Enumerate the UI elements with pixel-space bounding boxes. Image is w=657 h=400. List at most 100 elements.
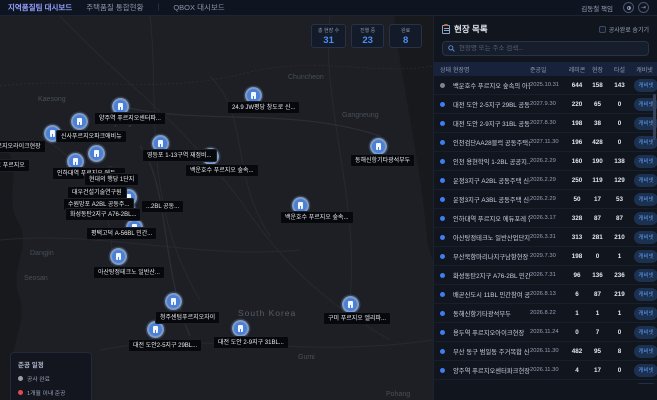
map-pin[interactable]: [344, 298, 357, 311]
table-row[interactable]: 부산북항마리나지구남항현장2029.7.3019801캐비넷: [434, 247, 657, 266]
table-row[interactable]: 운정3지구 A2BL 공동주택 신축...2026.2.29250119129캐…: [434, 171, 657, 190]
count-remicon: 160: [567, 158, 587, 165]
count-pour: 0: [608, 367, 631, 374]
nav-tab-0[interactable]: 지역품질팀 대시보드: [8, 2, 72, 13]
legend-item-0: 공사 완료: [18, 374, 84, 383]
status-dot: [440, 102, 445, 107]
map-pin-label[interactable]: 백운호수 푸르지오 숲속...: [280, 211, 354, 224]
map-pin-label[interactable]: 신사푸르지오파크애비뉴: [56, 130, 127, 143]
legend-item-1: 1개월 이내 준공: [18, 388, 84, 397]
search-box[interactable]: [442, 41, 649, 56]
count-remicon: 96: [567, 272, 587, 279]
map-pin-label[interactable]: 양주역 푸르지오센터파...: [94, 112, 166, 125]
table-row[interactable]: 대전 도안 2-5지구 29BL 공동주...2027.9.30220650캐비…: [434, 95, 657, 114]
map-pin-label[interactable]: 구미 푸르지오 엘리파...: [323, 312, 391, 325]
completion-date: 2026.2.29: [530, 196, 567, 202]
map-pin-label[interactable]: 대전 도안 2-9지구 31BL...: [213, 336, 289, 349]
panel-scrollbar[interactable]: [653, 94, 656, 400]
count-site: 7: [587, 329, 608, 336]
table-row[interactable]: 용두역 푸르지오아이크현장2026.11.24070캐비넷: [434, 323, 657, 342]
map-pin[interactable]: [234, 322, 247, 335]
map-canvas[interactable]: KaesongChuncheonUijeongbuGangneungSamche…: [0, 16, 433, 400]
table-row[interactable]: 화성동탄2지구 A76-2BL 민간참...2026.7.3196136236캐…: [434, 266, 657, 285]
map-place-name: Gangneung: [342, 112, 379, 119]
table-row[interactable]: 대전 도안 2-9지구 31BL 공동주...2027.8.30198380캐비…: [434, 114, 657, 133]
table-row[interactable]: 부산 동구 범일동 주거복합 신축공사2026.11.30482958캐비넷: [434, 342, 657, 361]
site-name: 부산 동구 범일동 주거복합 신축공사: [453, 347, 530, 356]
top-nav: 지역품질팀 대시보드주택품질 통합현황|QBOX 대시보드 김동철 책임 ⇥: [0, 0, 657, 16]
table-row[interactable]: 배곧신도시 11BL 민간참여 공공...2026.8.13687219캐비넷: [434, 285, 657, 304]
table-row[interactable]: 동해신항기타광석부두2026.8.22111캐비넷: [434, 304, 657, 323]
site-name: 대전 도안 2-5지구 29BL 공동주...: [453, 100, 530, 109]
map-pin-label[interactable]: 청주센텀푸르지오자이: [155, 311, 220, 324]
count-pour: 8: [608, 348, 631, 355]
table-row[interactable]: 인천검단AA28블럭 공동주택신축...2027.11.301964280캐비넷: [434, 133, 657, 152]
map-pin-label[interactable]: 백운호수 푸르지오 숲속...: [185, 164, 259, 177]
map-pin-label[interactable]: ...에코 푸르지오: [0, 159, 30, 172]
table-row[interactable]: 아산탕정테크노 일반산업단지 C1...2026.3.31313281210캐비…: [434, 228, 657, 247]
map-pin-label[interactable]: 현대의 행당 1단지: [84, 173, 139, 186]
map-pin-label[interactable]: 푸르지오라이크현장: [0, 140, 46, 153]
search-icon: [448, 45, 455, 52]
scrollbar-thumb[interactable]: [653, 94, 656, 140]
map-pin-label[interactable]: 대전 도안2-5지구 29BL...: [128, 339, 202, 352]
count-pour: 210: [608, 234, 631, 241]
count-pour: 143: [608, 82, 631, 89]
map-pin[interactable]: [73, 115, 86, 128]
map-pin[interactable]: [112, 250, 125, 263]
completion-date: 2026.2.29: [530, 158, 567, 164]
map-pin-label[interactable]: 동해신항기타광석부두: [350, 154, 415, 167]
site-name: 대전 도안 2-9지구 31BL 공동주...: [453, 119, 530, 128]
map-pin-label[interactable]: 영등포 1-13구역 재정비...: [142, 149, 217, 162]
cabinet-button[interactable]: 캐비넷: [634, 79, 657, 92]
logout-button[interactable]: ⇥: [638, 2, 649, 13]
count-pour: 0: [608, 120, 631, 127]
count-remicon: 1: [567, 310, 587, 317]
column-header-3: 레미콘: [567, 65, 587, 74]
legend-dot: [18, 376, 23, 381]
count-site: 1: [587, 310, 608, 317]
map-pin[interactable]: [149, 323, 162, 336]
count-site: 281: [587, 234, 608, 241]
count-remicon: 313: [567, 234, 587, 241]
map-pin-label[interactable]: 화성동탄2지구 A76-2BL...: [65, 208, 141, 221]
count-remicon: 0: [567, 329, 587, 336]
count-remicon: 4: [567, 367, 587, 374]
table-row[interactable]: 영등포 1-13구역 재정비촉진지구 ...2026.12.3014037961…: [434, 380, 657, 384]
completion-date: 2026.8.13: [530, 291, 567, 297]
table-row[interactable]: 양주역 푸르지오센터파크현장2026.11.304170캐비넷: [434, 361, 657, 380]
status-dot: [440, 140, 445, 145]
map-pin-label[interactable]: 평택고덕 A-56BL 민간...: [86, 227, 157, 240]
site-name: 동해신항기타광석부두: [453, 309, 530, 318]
count-pour: 87: [608, 215, 631, 222]
map-pin[interactable]: [90, 147, 103, 160]
hide-completed-checkbox[interactable]: [599, 26, 606, 33]
count-pour: 0: [608, 101, 631, 108]
status-dot: [440, 83, 445, 88]
nav-tab-2[interactable]: QBOX 대시보드: [173, 2, 224, 13]
status-dot: [440, 235, 445, 240]
hide-completed-toggle[interactable]: 공사완료 숨기기: [599, 25, 649, 34]
map-pin-label[interactable]: 아산탕정테크노 일반산...: [93, 266, 165, 279]
table-row[interactable]: 인천 용현학익 1-2BL 공공지...2026.2.29160190138캐비…: [434, 152, 657, 171]
table-row[interactable]: 인하대역 푸르지오 에듀포레 현장2026.3.173288787캐비넷: [434, 209, 657, 228]
site-name: 인하대역 푸르지오 에듀포레 현장: [453, 214, 530, 223]
panel-title: 현장 목록: [454, 23, 488, 35]
site-name: 배곧신도시 11BL 민간참여 공공...: [453, 290, 530, 299]
table-row[interactable]: 백운호수 푸르지오 숲속의 아침 1...2025.10.31644158143…: [434, 76, 657, 95]
map-pin-label[interactable]: ...2BL 공동...: [141, 200, 184, 213]
table-row[interactable]: 운정3지구 A3BL 공동주택 신축...2026.2.29501753캐비넷: [434, 190, 657, 209]
count-pour: 1: [608, 253, 631, 260]
legend-title: 준공 일정: [18, 359, 84, 369]
search-input[interactable]: [459, 45, 643, 52]
count-remicon: 196: [567, 139, 587, 146]
completion-date: 2026.11.30: [530, 348, 567, 354]
count-pour: 1: [608, 310, 631, 317]
nav-tab-1[interactable]: 주택품질 통합현황: [86, 2, 143, 13]
map-pin[interactable]: [372, 140, 385, 153]
map-pin-label[interactable]: 24.9 JW평당 창도로 신...: [227, 101, 300, 114]
site-name: 화성동탄2지구 A76-2BL 민간참...: [453, 271, 530, 280]
map-pin[interactable]: [167, 295, 180, 308]
history-button[interactable]: [623, 2, 634, 13]
completion-date: 2026.3.31: [530, 234, 567, 240]
